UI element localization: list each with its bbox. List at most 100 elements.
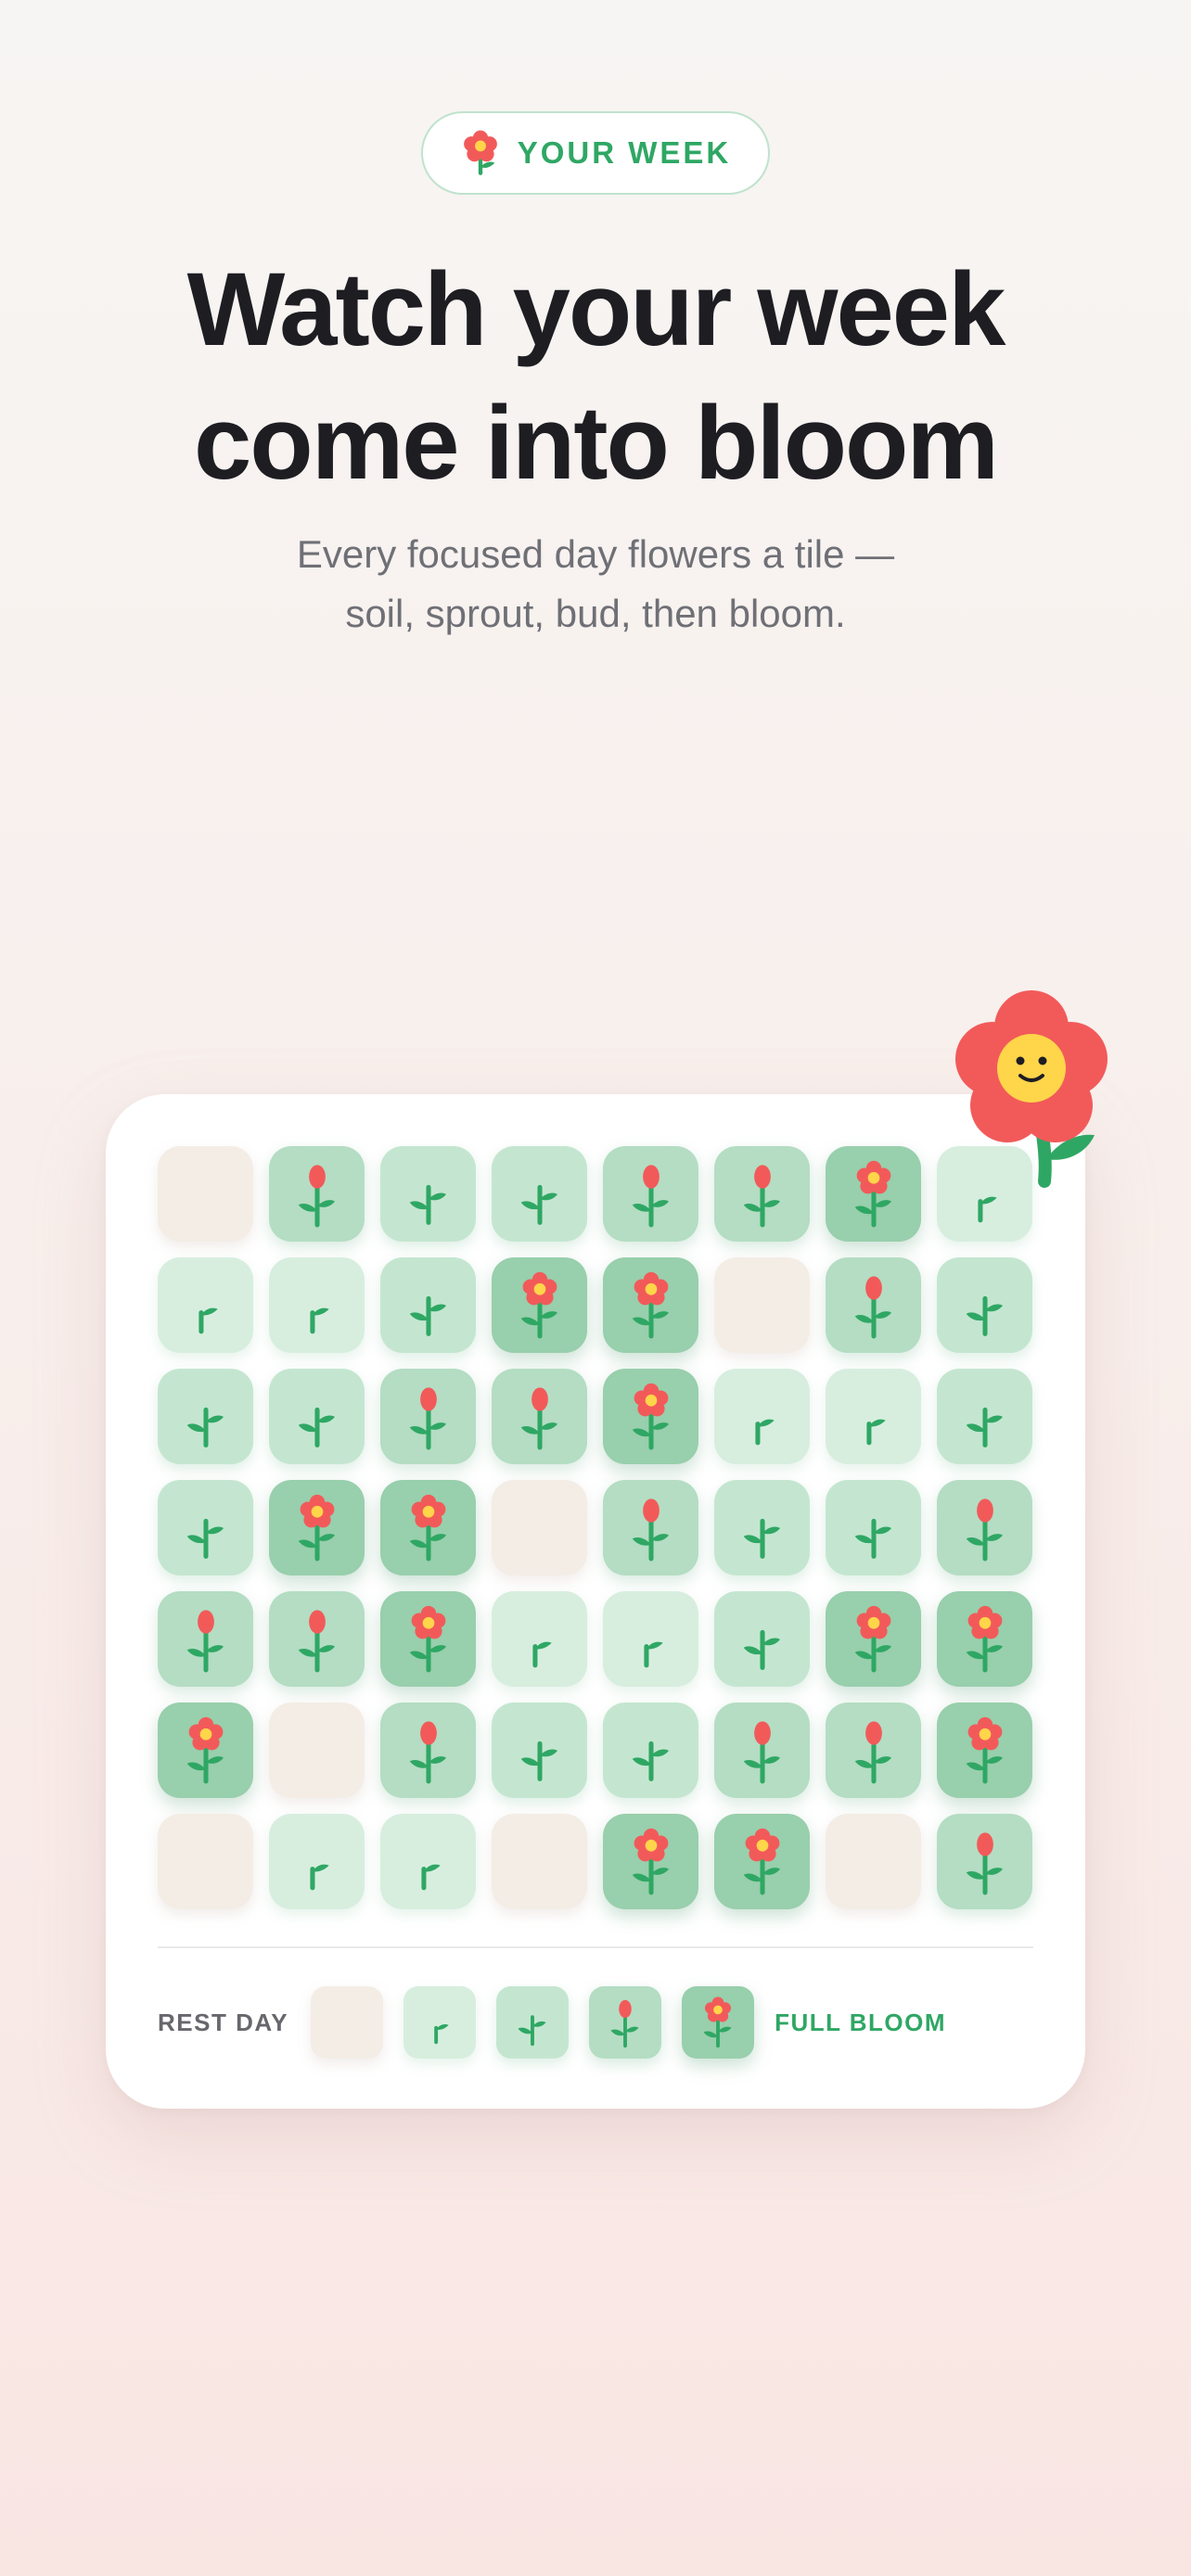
- day-tile-bloom[interactable]: [937, 1591, 1032, 1687]
- page-title: Watch your week come into bloom: [0, 243, 1191, 510]
- legend-swatch-bloom: [682, 1986, 755, 2059]
- day-tile-bloom[interactable]: [603, 1814, 698, 1909]
- day-tile-seedling[interactable]: [937, 1257, 1032, 1353]
- bud-icon: [409, 1386, 446, 1449]
- day-tile-sprout[interactable]: [492, 1591, 587, 1687]
- bud-icon: [854, 1275, 891, 1338]
- day-tile-seedling[interactable]: [714, 1480, 810, 1575]
- seedling-icon: [743, 1629, 780, 1670]
- seedling-icon: [518, 2015, 546, 2047]
- seedling-icon: [520, 1741, 557, 1781]
- day-tile-bud[interactable]: [269, 1591, 365, 1687]
- seedling-icon: [743, 1518, 780, 1559]
- smiling-flower-mascot-icon: [955, 990, 1108, 1188]
- bud-icon: [186, 1609, 224, 1672]
- bloom-icon: [186, 1716, 224, 1783]
- day-tile-seedling[interactable]: [603, 1702, 698, 1798]
- bloom-icon: [520, 1271, 557, 1338]
- bloom-icon: [966, 1716, 1003, 1783]
- day-tile-sprout[interactable]: [826, 1369, 921, 1464]
- sprout-icon: [198, 1307, 218, 1333]
- day-tile-bloom[interactable]: [603, 1257, 698, 1353]
- day-tile-bud[interactable]: [492, 1369, 587, 1464]
- day-tile-bloom[interactable]: [937, 1702, 1032, 1798]
- day-tile-bud[interactable]: [603, 1480, 698, 1575]
- day-tile-bloom[interactable]: [380, 1480, 476, 1575]
- bloom-icon: [632, 1383, 669, 1449]
- day-tile-sprout[interactable]: [380, 1814, 476, 1909]
- day-tile-seedling[interactable]: [380, 1257, 476, 1353]
- day-tile-bud[interactable]: [714, 1702, 810, 1798]
- bud-icon: [854, 1720, 891, 1783]
- day-tile-seedling[interactable]: [158, 1369, 253, 1464]
- bud-icon: [298, 1164, 335, 1227]
- seedling-icon: [186, 1407, 224, 1447]
- day-tile-soil[interactable]: [269, 1702, 365, 1798]
- legend-swatch-sprout: [403, 1986, 477, 2059]
- day-tile-sprout[interactable]: [714, 1369, 810, 1464]
- day-tile-soil[interactable]: [492, 1480, 587, 1575]
- day-tile-seedling[interactable]: [937, 1369, 1032, 1464]
- day-tile-bloom[interactable]: [380, 1591, 476, 1687]
- day-tile-seedling[interactable]: [714, 1591, 810, 1687]
- sprout-icon: [434, 2023, 449, 2045]
- bud-icon: [520, 1386, 557, 1449]
- day-tile-bud[interactable]: [269, 1146, 365, 1242]
- day-tile-soil[interactable]: [158, 1814, 253, 1909]
- bloom-icon: [966, 1605, 1003, 1672]
- day-tile-soil[interactable]: [158, 1146, 253, 1242]
- day-tile-seedling[interactable]: [158, 1480, 253, 1575]
- seedling-icon: [966, 1407, 1003, 1447]
- day-tile-bud[interactable]: [826, 1702, 921, 1798]
- seedling-icon: [854, 1518, 891, 1559]
- day-tile-bud[interactable]: [380, 1702, 476, 1798]
- seedling-icon: [632, 1741, 669, 1781]
- sprout-icon: [531, 1641, 552, 1667]
- day-tile-bud[interactable]: [937, 1480, 1032, 1575]
- day-tile-bloom[interactable]: [714, 1814, 810, 1909]
- legend-swatch-seedling: [496, 1986, 570, 2059]
- bud-icon: [966, 1831, 1003, 1894]
- seedling-icon: [966, 1295, 1003, 1336]
- day-tile-bloom[interactable]: [826, 1146, 921, 1242]
- day-tile-seedling[interactable]: [269, 1369, 365, 1464]
- day-tile-seedling[interactable]: [492, 1702, 587, 1798]
- legend-end-label: FULL BLOOM: [775, 2008, 947, 2036]
- page-subtitle: Every focused day flowers a tile — soil,…: [0, 525, 1191, 644]
- day-tile-bud[interactable]: [937, 1814, 1032, 1909]
- bloom-icon: [409, 1494, 446, 1561]
- sprout-icon: [420, 1864, 441, 1890]
- day-tile-soil[interactable]: [826, 1814, 921, 1909]
- bloom-icon: [632, 1828, 669, 1894]
- bloom-grid: [158, 1146, 1032, 1909]
- day-tile-seedling[interactable]: [492, 1146, 587, 1242]
- day-tile-bud[interactable]: [603, 1146, 698, 1242]
- day-tile-bloom[interactable]: [826, 1591, 921, 1687]
- day-tile-bud[interactable]: [826, 1257, 921, 1353]
- day-tile-bud[interactable]: [380, 1369, 476, 1464]
- bloom-icon: [298, 1494, 335, 1561]
- bud-icon: [409, 1720, 446, 1783]
- day-tile-bud[interactable]: [158, 1591, 253, 1687]
- day-tile-sprout[interactable]: [158, 1257, 253, 1353]
- bloom-icon: [743, 1828, 780, 1894]
- title-line-1: Watch your week: [186, 251, 1006, 367]
- badge-label: YOUR WEEK: [517, 135, 732, 170]
- day-tile-sprout[interactable]: [269, 1257, 365, 1353]
- day-tile-bloom[interactable]: [158, 1702, 253, 1798]
- day-tile-sprout[interactable]: [603, 1591, 698, 1687]
- legend-start-label: REST DAY: [158, 2008, 289, 2036]
- day-tile-soil[interactable]: [714, 1257, 810, 1353]
- day-tile-seedling[interactable]: [826, 1480, 921, 1575]
- day-tile-seedling[interactable]: [380, 1146, 476, 1242]
- sprout-icon: [309, 1307, 329, 1333]
- day-tile-bloom[interactable]: [603, 1369, 698, 1464]
- day-tile-bud[interactable]: [714, 1146, 810, 1242]
- seedling-icon: [409, 1184, 446, 1225]
- legend-swatch-soil: [311, 1986, 384, 2059]
- day-tile-soil[interactable]: [492, 1814, 587, 1909]
- day-tile-sprout[interactable]: [269, 1814, 365, 1909]
- seedling-icon: [298, 1407, 335, 1447]
- day-tile-bloom[interactable]: [492, 1257, 587, 1353]
- day-tile-bloom[interactable]: [269, 1480, 365, 1575]
